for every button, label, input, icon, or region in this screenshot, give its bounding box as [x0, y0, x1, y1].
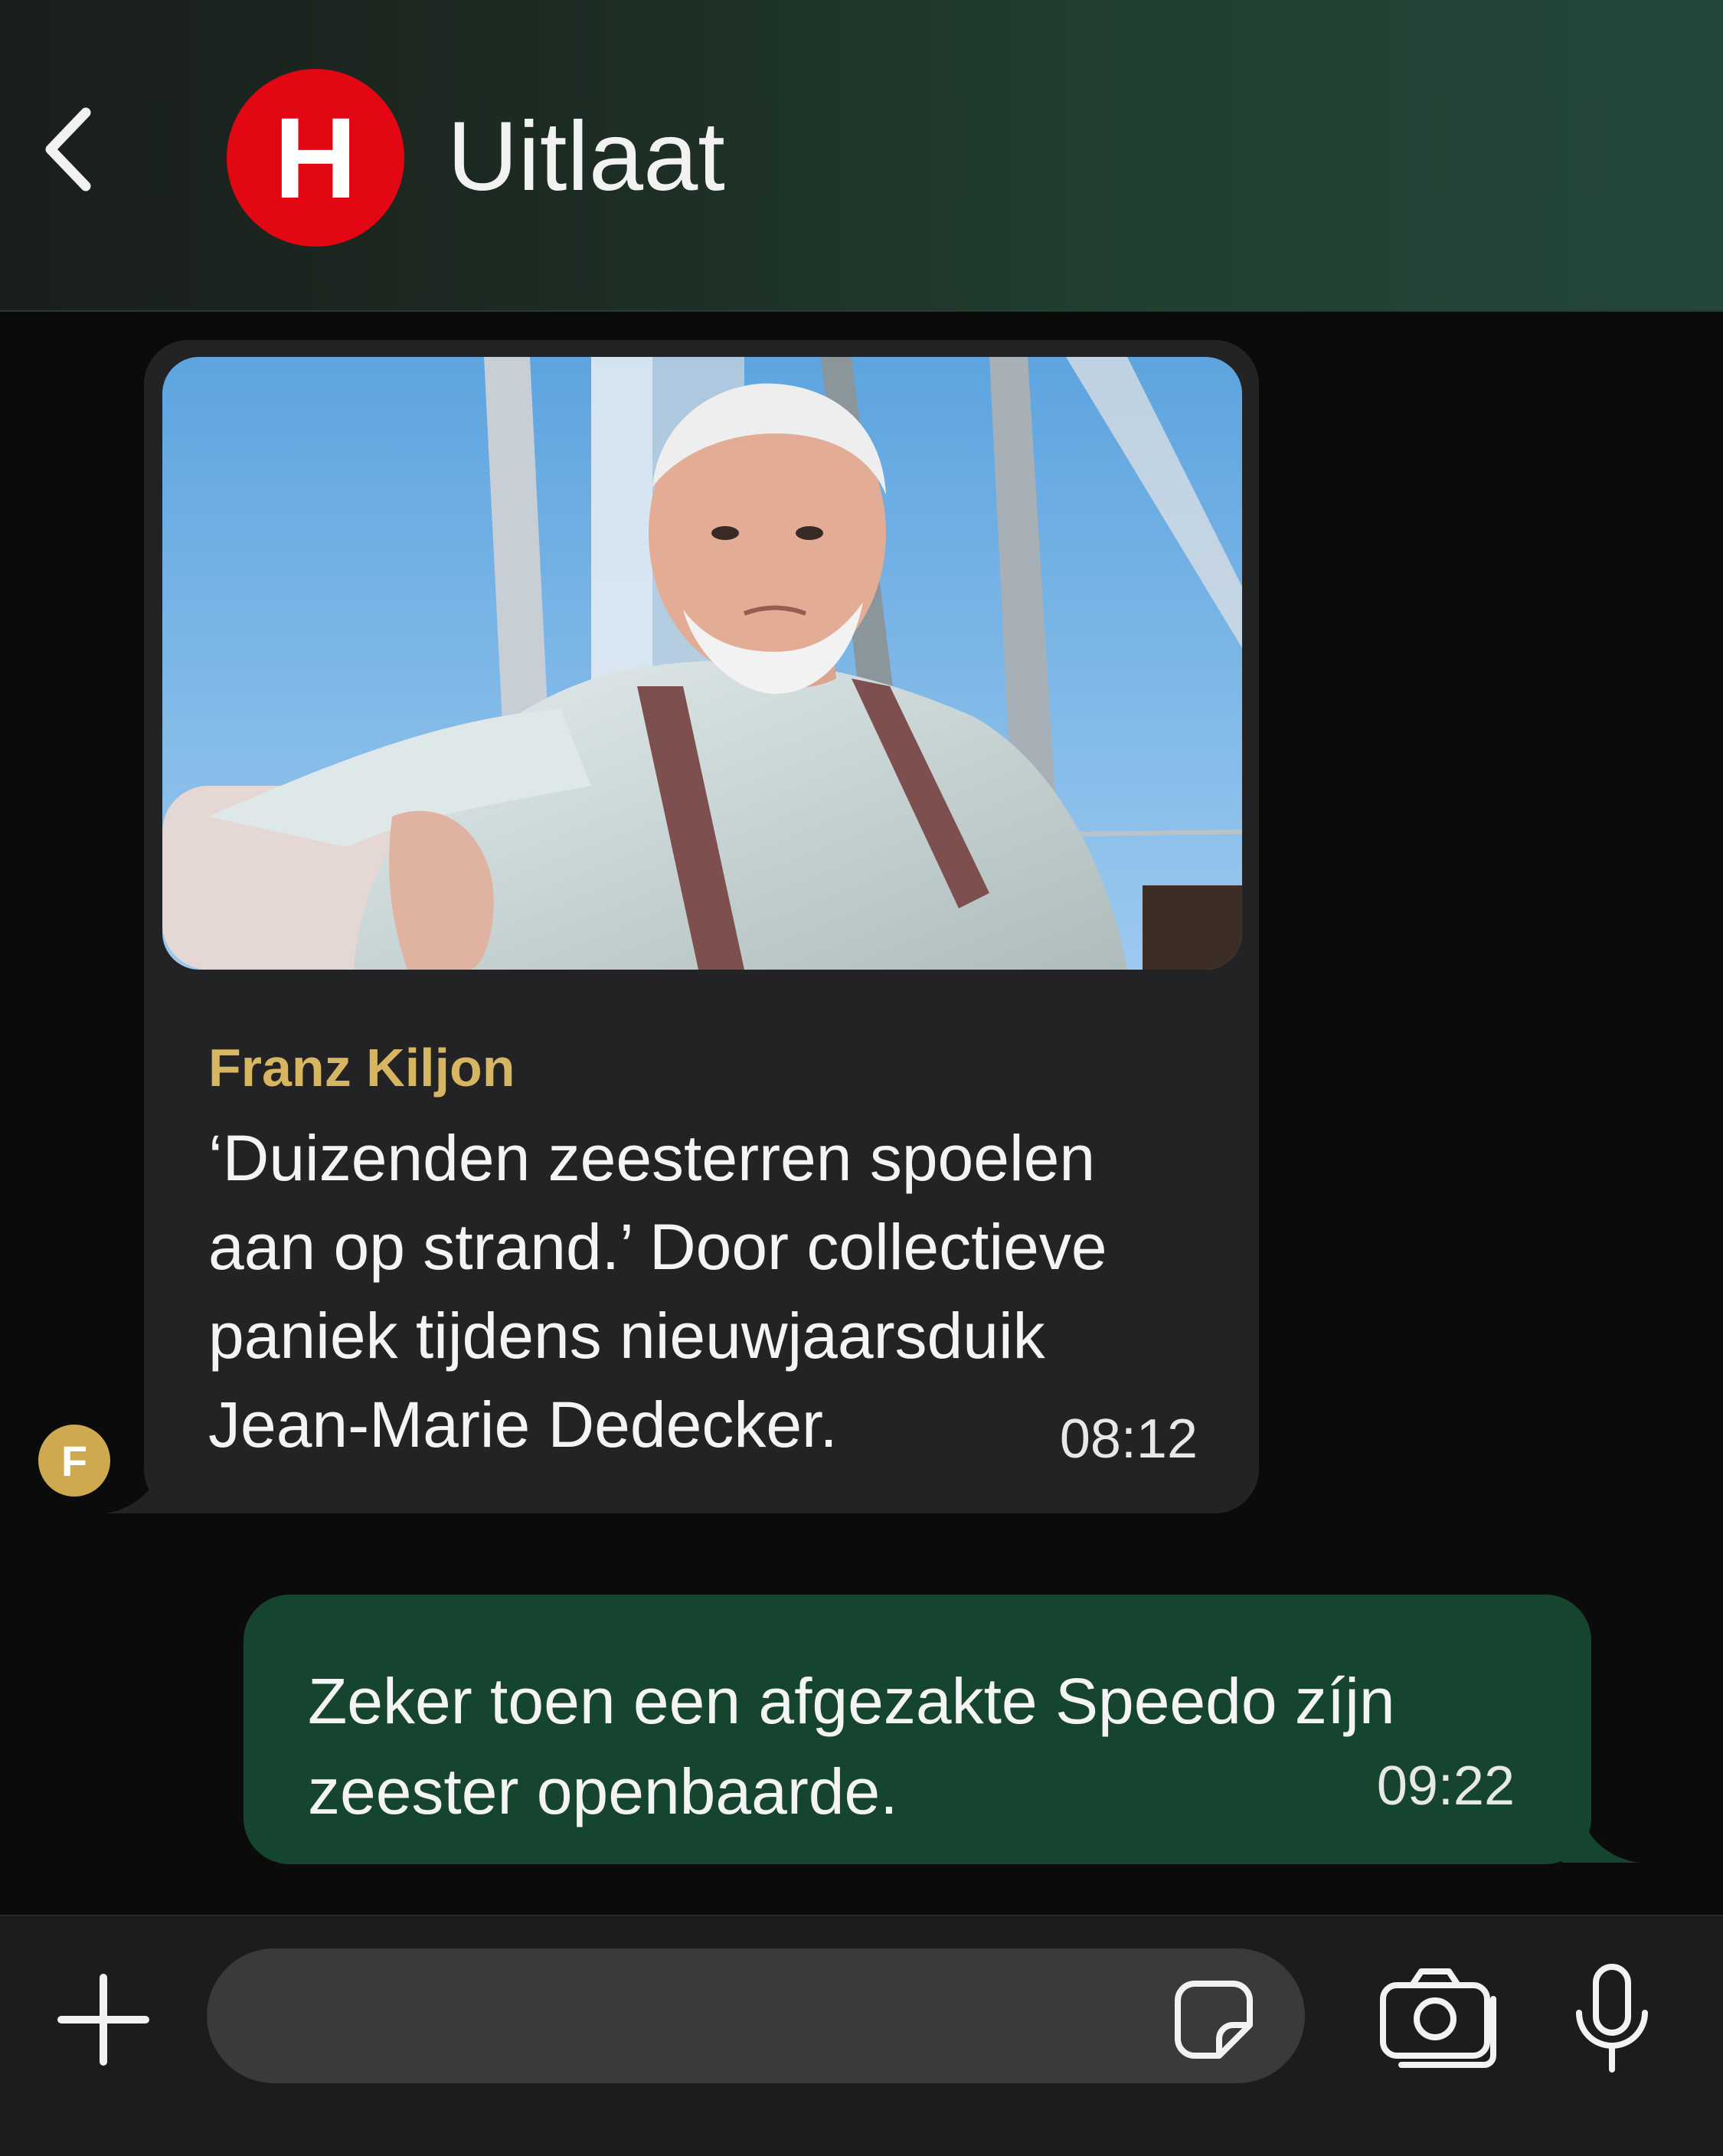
logo-letter: H	[273, 93, 358, 222]
message-timestamp: 08:12	[1059, 1408, 1198, 1470]
outgoing-message-bubble[interactable]: Zeker toen een afgezakte Speedo zíjn zee…	[244, 1595, 1591, 1864]
sender-name[interactable]: Franz Kiljon	[208, 1035, 515, 1100]
microphone-button[interactable]	[1570, 1962, 1654, 2077]
chat-header: H Uitlaat	[0, 0, 1723, 312]
sender-avatar[interactable]: F	[38, 1425, 110, 1497]
message-timestamp: 09:22	[1376, 1755, 1515, 1817]
camera-button[interactable]	[1378, 1962, 1501, 2069]
back-button[interactable]	[31, 100, 107, 199]
microphone-icon	[1576, 1964, 1648, 2073]
incoming-message-bubble[interactable]: Franz Kiljon ‘Duizenden zeesterren spoel…	[144, 340, 1259, 1513]
sticker-icon	[1175, 1981, 1253, 2059]
message-input[interactable]	[207, 1948, 1305, 2083]
message-photo[interactable]	[162, 357, 1242, 970]
plus-icon	[57, 1974, 149, 2066]
avatar-initial: F	[60, 1436, 88, 1485]
chevron-left-icon	[45, 107, 91, 191]
channel-avatar[interactable]: H	[227, 69, 404, 247]
sticker-button[interactable]	[1172, 1978, 1256, 2062]
attach-button[interactable]	[54, 1970, 153, 2069]
photo-image	[162, 357, 1242, 970]
chat-title[interactable]: Uitlaat	[447, 107, 725, 207]
message-composer	[0, 1915, 1723, 2156]
camera-icon	[1380, 1968, 1496, 2068]
